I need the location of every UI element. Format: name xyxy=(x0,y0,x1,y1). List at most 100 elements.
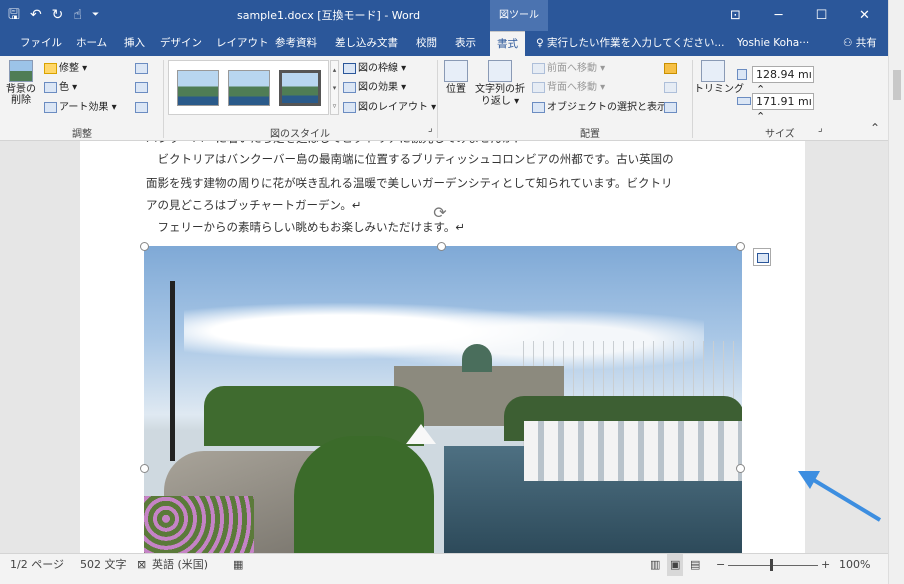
collapse-ribbon-icon[interactable]: ⌃ xyxy=(870,121,880,135)
document-page[interactable]: バンクーバーに着いたら足を延ばしてビクトリアに観光してみませんか？↵ ビクトリア… xyxy=(80,141,805,553)
customize-qat-icon[interactable]: ⏷ xyxy=(92,0,99,31)
paragraph-line[interactable]: 面影を残す建物の周りに花が咲き乱れる温暖で美しいガーデンシティとして知られていま… xyxy=(146,173,672,194)
vertical-scrollbar[interactable] xyxy=(888,0,904,584)
share-button[interactable]: ⚇ 共有 xyxy=(843,31,877,56)
lightbulb-icon: ♀ xyxy=(536,37,544,49)
document-area: バンクーバーに着いたら足を延ばしてビクトリアに観光してみませんか？↵ ビクトリア… xyxy=(0,141,888,553)
tab-insert[interactable]: 挿入 xyxy=(124,31,145,56)
touch-mode-icon[interactable]: ☝ xyxy=(73,0,82,31)
corrections-icon xyxy=(44,62,57,74)
picture-layout-button[interactable]: 図のレイアウト ▾ xyxy=(343,101,436,115)
layout-options-icon[interactable] xyxy=(753,248,771,266)
rotate-handle-icon[interactable]: ⟳ xyxy=(430,203,450,223)
wrap-text-button[interactable]: 文字列の折 り返し ▾ xyxy=(473,60,527,108)
tab-view[interactable]: 表示 xyxy=(455,31,476,56)
word-count[interactable]: 502 文字 xyxy=(80,554,127,576)
paragraph-line[interactable]: アの見どころはブッチャートガーデン。↵ xyxy=(146,195,361,216)
maximize-icon[interactable]: ☐ xyxy=(800,0,843,31)
group-divider xyxy=(692,60,693,138)
ribbon-tabs: ファイル ホーム 挿入 デザイン レイアウト 参考資料 差し込み文書 校閲 表示… xyxy=(0,31,888,56)
gallery-scroll-buttons[interactable]: ▴ ▾ ▿ xyxy=(330,60,339,115)
tab-format[interactable]: 書式 xyxy=(490,31,525,56)
position-label: 位置 xyxy=(446,84,466,95)
artistic-effects-button[interactable]: アート効果 ▾ xyxy=(44,101,117,115)
quick-access-toolbar: 🖫 ↶ ↻ ☝ ⏷ xyxy=(8,0,99,31)
picture-style-thumb[interactable] xyxy=(279,70,321,106)
share-icon: ⚇ xyxy=(843,37,853,49)
bring-forward-button[interactable]: 前面へ移動 ▾ xyxy=(532,62,605,76)
color-button[interactable]: 色 ▾ xyxy=(44,81,77,95)
tab-mailings[interactable]: 差し込み文書 xyxy=(335,31,398,56)
tell-me-search[interactable]: ♀ 実行したい作業を入力してください... xyxy=(536,31,724,56)
paragraph-line[interactable]: ビクトリアはバンクーバー島の最南端に位置するブリティッシュコロンビアの州都です。… xyxy=(146,149,673,170)
picture-styles-launcher-icon[interactable]: ⌟ xyxy=(428,123,433,134)
undo-icon[interactable]: ↶ xyxy=(30,0,42,31)
compress-pictures-icon[interactable] xyxy=(135,62,150,76)
size-group-label: サイズ xyxy=(765,129,795,140)
scrollbar-thumb[interactable] xyxy=(893,70,901,100)
tab-references[interactable]: 参考資料 xyxy=(275,31,317,56)
zoom-level[interactable]: 100% xyxy=(839,554,870,576)
close-icon[interactable]: ✕ xyxy=(843,0,886,31)
picture-styles-group-label: 図のスタイル xyxy=(270,129,330,140)
corrections-label: 修整 ▾ xyxy=(59,63,88,74)
color-icon xyxy=(44,81,57,93)
send-backward-label: 背面へ移動 ▾ xyxy=(547,82,606,93)
tell-me-text: 実行したい作業を入力してください... xyxy=(547,37,725,49)
tab-layout[interactable]: レイアウト xyxy=(216,31,269,56)
resize-handle[interactable] xyxy=(736,464,745,473)
picture-style-thumb[interactable] xyxy=(177,70,219,106)
size-launcher-icon[interactable]: ⌟ xyxy=(818,123,823,134)
tab-home[interactable]: ホーム xyxy=(76,31,107,56)
resize-handle[interactable] xyxy=(736,242,745,251)
crop-button[interactable]: トリミング xyxy=(694,60,744,96)
resize-handle[interactable] xyxy=(437,242,446,251)
group-icon[interactable] xyxy=(664,81,679,95)
picture-styles-gallery xyxy=(168,60,329,115)
minimize-icon[interactable]: ─ xyxy=(757,0,800,31)
zoom-in-button[interactable]: + xyxy=(821,554,830,576)
tab-design[interactable]: デザイン xyxy=(160,31,202,56)
remove-background-button[interactable]: 背景の 削除 xyxy=(4,60,38,106)
page-count[interactable]: 1/2 ページ xyxy=(10,554,64,576)
picture-effects-button[interactable]: 図の効果 ▾ xyxy=(343,81,406,95)
status-bar: 1/2 ページ 502 文字 ⊠ 英語 (米国) ▦ ▥ ▣ ▤ − + 100… xyxy=(0,553,888,584)
save-icon[interactable]: 🖫 xyxy=(8,0,20,31)
wrap-text-icon xyxy=(488,60,512,82)
tab-review[interactable]: 校閲 xyxy=(416,31,437,56)
resize-handle[interactable] xyxy=(140,242,149,251)
position-button[interactable]: 位置 xyxy=(442,60,470,96)
crop-icon xyxy=(701,60,725,82)
zoom-slider[interactable] xyxy=(728,565,818,566)
tab-file[interactable]: ファイル xyxy=(20,31,62,56)
picture-style-thumb[interactable] xyxy=(228,70,270,106)
redo-icon[interactable]: ↻ xyxy=(52,0,64,31)
selection-pane-button[interactable]: オブジェクトの選択と表示 xyxy=(532,101,667,115)
send-backward-button[interactable]: 背面へ移動 ▾ xyxy=(532,81,605,95)
inserted-picture[interactable] xyxy=(144,246,742,553)
proofing-icon[interactable]: ⊠ xyxy=(137,554,146,576)
crop-label: トリミング xyxy=(694,84,744,95)
paragraph-line[interactable]: バンクーバーに着いたら足を延ばしてビクトリアに観光してみませんか？↵ xyxy=(146,141,535,149)
rotate-objects-icon[interactable] xyxy=(664,101,679,115)
pointer-arrow-icon xyxy=(798,471,882,522)
macro-recording-icon[interactable]: ▦ xyxy=(233,554,243,576)
align-icon[interactable] xyxy=(664,62,679,76)
language-indicator[interactable]: 英語 (米国) xyxy=(152,554,208,576)
print-layout-icon[interactable]: ▣ xyxy=(667,554,684,576)
corrections-button[interactable]: 修整 ▾ xyxy=(44,62,87,76)
picture-border-button[interactable]: 図の枠線 ▾ xyxy=(343,62,406,76)
resize-handle[interactable] xyxy=(140,464,149,473)
reset-picture-icon[interactable] xyxy=(135,101,150,115)
ribbon-display-options-icon[interactable]: ⊡ xyxy=(714,0,757,31)
user-account[interactable]: Yoshie Koha··· xyxy=(737,31,809,56)
zoom-out-button[interactable]: − xyxy=(716,554,725,576)
change-picture-icon[interactable] xyxy=(135,81,150,95)
read-mode-icon[interactable]: ▥ xyxy=(650,554,660,576)
zoom-slider-thumb[interactable] xyxy=(770,559,773,571)
paragraph-line[interactable]: フェリーからの素晴らしい眺めもお楽しみいただけます。↵ xyxy=(146,217,465,238)
shape-width-input[interactable]: 171.91 mı ⌃ xyxy=(752,93,814,123)
web-layout-icon[interactable]: ▤ xyxy=(690,554,700,576)
group-divider xyxy=(437,60,438,138)
shape-height-input[interactable]: 128.94 mı ⌃ xyxy=(752,66,814,96)
